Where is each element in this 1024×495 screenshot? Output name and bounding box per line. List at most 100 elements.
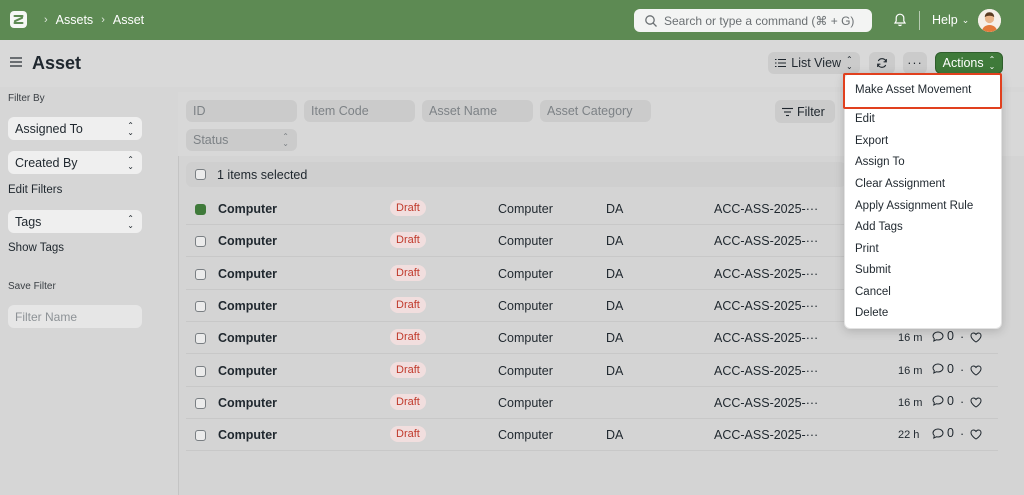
- menu-item-add-tags[interactable]: Add Tags: [855, 221, 903, 233]
- list-view-selector[interactable]: List View ⌃ ⌄: [768, 52, 860, 74]
- row-checkbox[interactable]: [195, 204, 206, 215]
- assigned-to-filter[interactable]: Assigned To ⌃ ⌄: [8, 117, 142, 140]
- location-cell: DA: [606, 428, 624, 443]
- asset-name-link[interactable]: Computer: [218, 396, 277, 410]
- menu-item-edit[interactable]: Edit: [855, 113, 875, 125]
- page-title: Asset: [32, 53, 82, 73]
- app-logo-icon[interactable]: [10, 11, 27, 28]
- asset-name-link[interactable]: Computer: [218, 299, 277, 313]
- updown-caret-icon: ⌃ ⌄: [127, 154, 134, 171]
- assigned-to-label: Assigned To: [15, 121, 83, 136]
- asset-name-link[interactable]: Computer: [218, 267, 277, 281]
- status-filter-select[interactable]: Status ⌃ ⌄: [186, 129, 297, 151]
- tags-label: Tags: [15, 214, 42, 229]
- status-placeholder: Status: [193, 133, 229, 147]
- created-by-filter[interactable]: Created By ⌃ ⌄: [8, 151, 142, 174]
- save-filter-label: Save Filter: [8, 281, 56, 292]
- asset-category-cell: Computer: [498, 395, 553, 410]
- show-tags-link[interactable]: Show Tags: [8, 242, 64, 254]
- asset-category-placeholder: Asset Category: [547, 104, 633, 118]
- comment-count[interactable]: 0: [932, 362, 954, 376]
- navbar-divider: [919, 11, 920, 30]
- table-row[interactable]: Computer Draft Computer ACC-ASS-2025-··· 16 …: [186, 387, 998, 419]
- search-input[interactable]: Search or type a command (⌘ + G): [634, 9, 872, 32]
- asset-name-link[interactable]: Computer: [218, 234, 277, 248]
- comment-count[interactable]: 0: [932, 329, 954, 343]
- filter-button[interactable]: Filter: [775, 100, 835, 123]
- like-heart-icon[interactable]: [970, 397, 982, 408]
- like-heart-icon[interactable]: [970, 429, 982, 440]
- asset-name-link[interactable]: Computer: [218, 202, 277, 216]
- asset-id-cell: ACC-ASS-2025-···: [714, 395, 819, 410]
- row-checkbox[interactable]: [195, 430, 206, 442]
- asset-category-cell: Computer: [498, 202, 553, 216]
- status-badge: Draft: [390, 361, 426, 378]
- created-by-label: Created By: [15, 155, 78, 170]
- menu-item-export[interactable]: Export: [855, 135, 888, 147]
- notification-bell-icon[interactable]: [892, 12, 908, 28]
- edit-filters-link[interactable]: Edit Filters: [8, 184, 62, 196]
- refresh-icon: [877, 58, 887, 68]
- item-code-filter-input[interactable]: Item Code: [304, 100, 415, 122]
- asset-name-link[interactable]: Computer: [218, 331, 277, 345]
- modified-time: 22 h: [898, 429, 920, 442]
- help-label: Help: [932, 13, 958, 27]
- comment-icon: [932, 363, 944, 374]
- search-icon: [645, 14, 657, 27]
- menu-item-cancel[interactable]: Cancel: [855, 286, 891, 298]
- filter-name-input[interactable]: Filter Name: [8, 305, 142, 328]
- row-checkbox[interactable]: [195, 397, 206, 409]
- list-view-label: List View: [791, 56, 842, 70]
- list-icon: [775, 59, 787, 67]
- comment-count[interactable]: 0: [932, 426, 954, 440]
- row-checkbox[interactable]: [195, 300, 206, 312]
- status-badge: Draft: [390, 296, 426, 313]
- search-placeholder: Search or type a command (⌘ + G): [664, 13, 855, 28]
- asset-category-filter-input[interactable]: Asset Category: [540, 100, 651, 122]
- menu-item-clear-assignment[interactable]: Clear Assignment: [855, 178, 945, 190]
- like-heart-icon[interactable]: [970, 332, 982, 343]
- menu-item-submit[interactable]: Submit: [855, 264, 891, 276]
- asset-name-link[interactable]: Computer: [218, 428, 277, 442]
- breadcrumb-asset[interactable]: Asset: [113, 13, 144, 27]
- breadcrumb-assets[interactable]: Assets: [56, 13, 94, 27]
- asset-id-cell: ACC-ASS-2025-···: [714, 298, 819, 313]
- menu-item-assign-to[interactable]: Assign To: [855, 156, 905, 168]
- asset-id-cell: ACC-ASS-2025-···: [714, 266, 819, 281]
- breadcrumb-chevron-icon: ›: [44, 14, 48, 26]
- like-heart-icon[interactable]: [970, 364, 982, 376]
- asset-name-filter-input[interactable]: Asset Name: [422, 100, 533, 122]
- help-dropdown[interactable]: Help ⌄: [932, 0, 969, 40]
- more-options-button[interactable]: ···: [903, 52, 927, 74]
- row-checkbox[interactable]: [195, 268, 206, 280]
- table-row[interactable]: Computer Draft Computer DA ACC-ASS-2025-··· 1…: [186, 355, 998, 387]
- tags-filter[interactable]: Tags ⌃ ⌄: [8, 210, 142, 233]
- asset-name-link[interactable]: Computer: [218, 364, 277, 378]
- actions-button[interactable]: Actions ⌃ ⌄: [935, 52, 1003, 74]
- asset-id-cell: ACC-ASS-2025-···: [714, 202, 819, 216]
- filter-icon: [782, 107, 793, 116]
- menu-item-print[interactable]: Print: [855, 243, 879, 255]
- asset-category-cell: Computer: [498, 234, 553, 249]
- modified-time: 16 m: [898, 364, 923, 377]
- user-avatar[interactable]: [978, 9, 1001, 32]
- id-filter-input[interactable]: ID: [186, 100, 297, 122]
- actions-dropdown-menu: Make Asset Movement Edit Export Assign T…: [844, 73, 1002, 329]
- comment-count-value: 0: [947, 393, 954, 408]
- menu-item-delete[interactable]: Delete: [855, 307, 888, 319]
- comment-count[interactable]: 0: [932, 394, 954, 408]
- location-cell: DA: [606, 298, 624, 313]
- location-cell: DA: [606, 266, 624, 281]
- menu-item-apply-assignment-rule[interactable]: Apply Assignment Rule: [855, 200, 973, 212]
- updown-caret-icon: ⌃ ⌄: [127, 120, 134, 137]
- row-checkbox[interactable]: [195, 365, 206, 377]
- location-cell: DA: [606, 363, 624, 378]
- refresh-button[interactable]: [869, 52, 895, 74]
- select-all-checkbox[interactable]: [195, 169, 206, 180]
- row-checkbox[interactable]: [195, 236, 206, 248]
- menu-toggle-icon[interactable]: [10, 56, 22, 68]
- breadcrumb: › Assets › Asset: [36, 0, 144, 40]
- comment-icon: [932, 428, 944, 439]
- table-row[interactable]: Computer Draft Computer DA ACC-ASS-2025-··· 2…: [186, 419, 998, 452]
- row-checkbox[interactable]: [195, 333, 206, 345]
